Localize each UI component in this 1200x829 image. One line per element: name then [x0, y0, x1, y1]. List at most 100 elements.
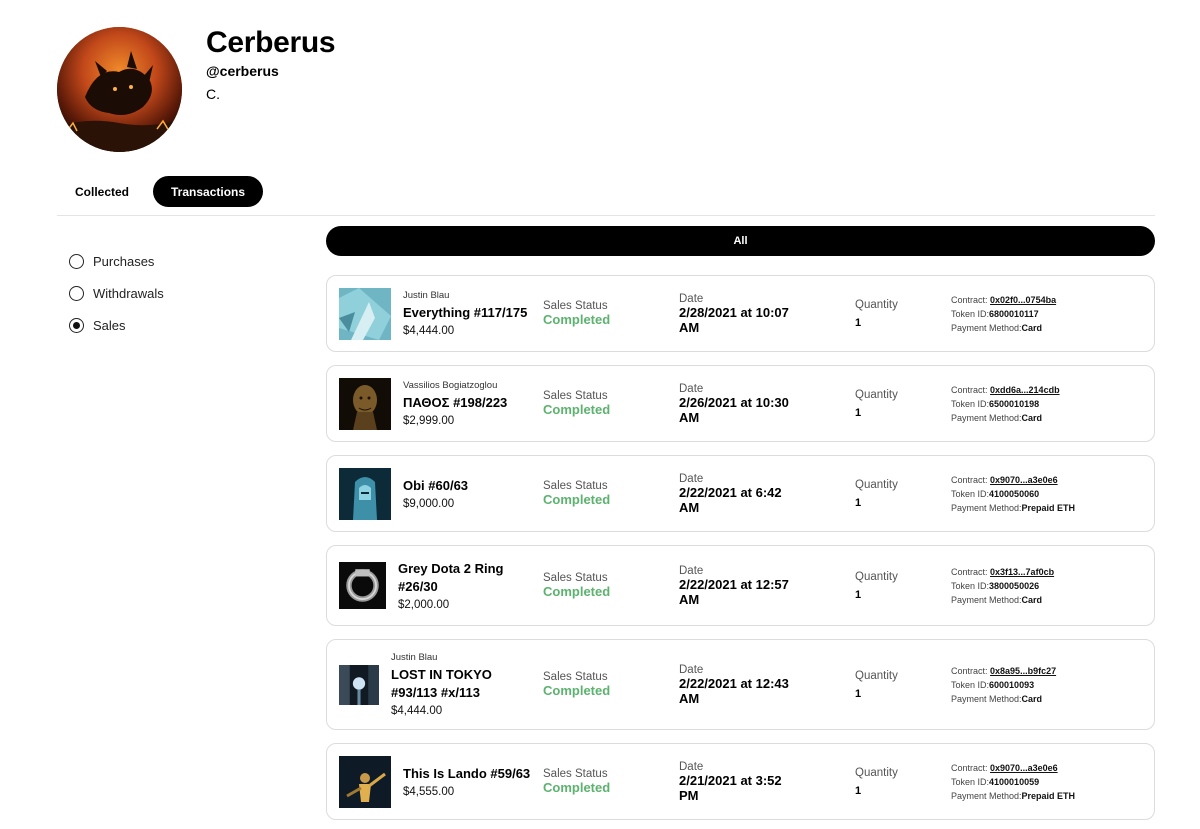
transaction-card: This Is Lando #59/63 $4,555.00 Sales Sta… — [326, 743, 1155, 820]
contract-link[interactable]: 0x02f0...0754ba — [990, 295, 1056, 305]
sales-status-label: Sales Status — [543, 671, 608, 683]
nft-title[interactable]: Grey Dota 2 Ring #26/30 — [398, 560, 513, 596]
contract-link[interactable]: 0xdd6a...214cdb — [990, 385, 1060, 395]
transaction-card: Vassilios Bogiatzoglou ΠΑΘΟΣ #198/223 $2… — [326, 365, 1155, 442]
profile-bio: C. — [206, 86, 220, 102]
token-id-row: Token ID:600010093 — [951, 678, 1056, 692]
nft-thumbnail[interactable] — [339, 378, 391, 430]
sales-status-label: Sales Status — [543, 572, 608, 584]
filter-label: Sales — [93, 317, 126, 333]
contract-label: Contract: — [951, 665, 988, 676]
date-value: 2/21/2021 at 3:52 PM — [679, 772, 782, 803]
date-label: Date — [679, 663, 704, 676]
quantity-label: Quantity — [855, 570, 898, 583]
sales-status-label: Sales Status — [543, 768, 608, 780]
contract-label: Contract: — [951, 474, 988, 485]
contract-link[interactable]: 0x9070...a3e0e6 — [990, 475, 1058, 485]
token-id-label: Token ID: — [951, 776, 990, 787]
payment-method-row: Payment Method:Card — [951, 411, 1060, 425]
nft-title[interactable]: LOST IN TOKYO #93/113 #x/113 — [391, 666, 506, 702]
token-id-row: Token ID:6500010198 — [951, 397, 1060, 411]
sales-status-label: Sales Status — [543, 480, 608, 492]
tab-transactions[interactable]: Transactions — [153, 176, 264, 207]
token-id-row: Token ID:3800050026 — [951, 579, 1054, 593]
nft-thumbnail[interactable] — [339, 665, 379, 705]
nft-title[interactable]: ΠΑΘΟΣ #198/223 — [403, 394, 533, 412]
radio-unchecked-icon[interactable] — [69, 253, 84, 269]
transaction-filters: Purchases Withdrawals Sales — [69, 253, 164, 349]
payment-method-row: Payment Method:Prepaid ETH — [951, 501, 1075, 515]
token-id-label: Token ID: — [951, 679, 990, 690]
sales-status-value: Completed — [543, 312, 611, 327]
contract-row: Contract: 0x9070...a3e0e6 — [951, 473, 1075, 487]
quantity-label: Quantity — [855, 478, 898, 491]
token-id-label: Token ID: — [951, 488, 990, 499]
date-label: Date — [679, 382, 704, 395]
quantity-label: Quantity — [855, 766, 898, 779]
token-id-label: Token ID: — [951, 308, 990, 319]
contract-link[interactable]: 0x8a95...b9fc27 — [990, 666, 1056, 676]
contract-link[interactable]: 0x9070...a3e0e6 — [990, 763, 1058, 773]
token-id-row: Token ID:4100010059 — [951, 775, 1075, 789]
contract-label: Contract: — [951, 566, 988, 577]
nft-artist: Justin Blau — [403, 290, 450, 301]
quantity-label: Quantity — [855, 388, 898, 401]
tab-collected[interactable]: Collected — [57, 176, 147, 207]
profile-name: Cerberus — [206, 26, 336, 59]
nft-title[interactable]: Obi #60/63 — [403, 477, 533, 495]
payment-method-label: Payment Method: — [951, 412, 1022, 423]
radio-unchecked-icon[interactable] — [69, 285, 84, 301]
nft-thumbnail[interactable] — [339, 288, 391, 340]
nft-thumbnail[interactable] — [339, 562, 386, 609]
filter-purchases[interactable]: Purchases — [69, 253, 164, 269]
payment-method-value: Card — [1021, 693, 1043, 704]
contract-row: Contract: 0x3f13...7af0cb — [951, 565, 1054, 579]
sales-status-value: Completed — [543, 492, 611, 507]
transaction-card: Grey Dota 2 Ring #26/30 $2,000.00 Sales … — [326, 545, 1155, 626]
payment-method-label: Payment Method: — [951, 502, 1022, 513]
payment-method-label: Payment Method: — [951, 322, 1022, 333]
profile-handle: @cerberus — [206, 63, 279, 79]
date-value: 2/22/2021 at 12:43 AM — [679, 675, 789, 706]
token-id-row: Token ID:6800010117 — [951, 307, 1056, 321]
sales-status-value: Completed — [543, 683, 611, 698]
filter-label: Withdrawals — [93, 285, 164, 301]
nft-artist: Vassilios Bogiatzoglou — [403, 380, 498, 391]
contract-row: Contract: 0x8a95...b9fc27 — [951, 664, 1056, 678]
token-id-label: Token ID: — [951, 580, 990, 591]
token-id-value: 6800010117 — [989, 308, 1039, 319]
nft-price: $2,999.00 — [403, 415, 455, 427]
token-id-value: 3800050026 — [989, 580, 1040, 591]
payment-method-label: Payment Method: — [951, 594, 1022, 605]
nft-price: $4,444.00 — [403, 325, 455, 337]
contract-link[interactable]: 0x3f13...7af0cb — [990, 567, 1054, 577]
payment-method-value: Card — [1021, 412, 1043, 423]
nft-price: $9,000.00 — [403, 498, 455, 510]
date-value: 2/22/2021 at 12:57 AM — [679, 576, 789, 607]
contract-label: Contract: — [951, 762, 988, 773]
contract-label: Contract: — [951, 384, 988, 395]
payment-method-value: Prepaid ETH — [1021, 502, 1076, 513]
filter-withdrawals[interactable]: Withdrawals — [69, 285, 164, 301]
date-value: 2/28/2021 at 10:07 AM — [679, 304, 789, 335]
filter-label: Purchases — [93, 253, 155, 269]
nft-title[interactable]: This Is Lando #59/63 — [403, 765, 538, 783]
token-id-value: 600010093 — [989, 679, 1035, 690]
payment-method-value: Card — [1021, 322, 1043, 333]
sales-status-value: Completed — [543, 584, 611, 599]
nft-price: $2,000.00 — [398, 599, 450, 611]
nft-price: $4,444.00 — [391, 705, 443, 717]
payment-method-row: Payment Method:Prepaid ETH — [951, 789, 1075, 803]
nft-thumbnail[interactable] — [339, 756, 391, 808]
quantity-value: 1 — [855, 687, 862, 700]
date-label: Date — [679, 564, 704, 577]
profile-avatar — [57, 27, 182, 152]
nft-title[interactable]: Everything #117/175 — [403, 304, 533, 322]
radio-checked-icon[interactable] — [69, 317, 84, 333]
token-id-row: Token ID:4100050060 — [951, 487, 1075, 501]
all-filter-button[interactable]: All — [326, 226, 1155, 256]
contract-row: Contract: 0x9070...a3e0e6 — [951, 761, 1075, 775]
payment-method-row: Payment Method:Card — [951, 692, 1056, 706]
filter-sales[interactable]: Sales — [69, 317, 164, 333]
nft-thumbnail[interactable] — [339, 468, 391, 520]
